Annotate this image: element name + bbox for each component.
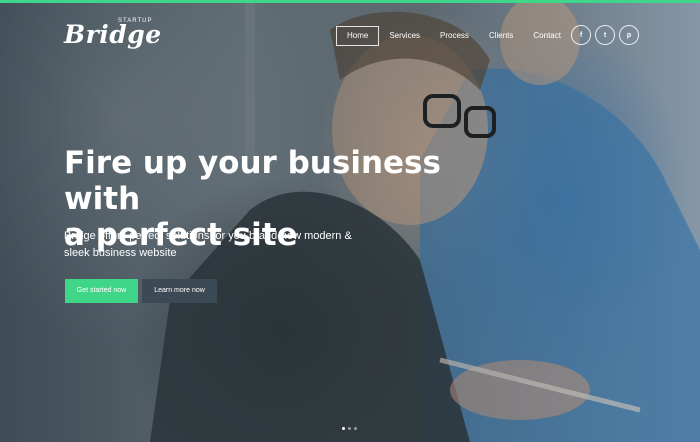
nav-item-home[interactable]: Home — [336, 26, 380, 46]
social-links: f t p — [571, 25, 643, 45]
slider-dot-3[interactable] — [354, 427, 357, 430]
learn-more-button[interactable]: Learn more now — [142, 279, 217, 303]
get-started-button[interactable]: Get started now — [65, 279, 138, 303]
pinterest-icon[interactable]: p — [619, 25, 639, 45]
nav-item-contact[interactable]: Contact — [523, 26, 571, 46]
twitter-icon[interactable]: t — [595, 25, 615, 45]
brand-tagline: STARTUP — [118, 18, 153, 24]
top-accent-bar — [0, 0, 700, 3]
facebook-icon[interactable]: f — [571, 25, 591, 45]
nav-item-clients[interactable]: Clients — [479, 26, 523, 46]
hero-section: Bridge STARTUP Home Services Process Cli… — [0, 0, 700, 442]
brand-name: Bridge — [64, 20, 162, 49]
hero-subtitle: Bridge offers perfect solutions for you … — [64, 230, 352, 259]
main-nav: Home Services Process Clients Contact — [336, 26, 571, 46]
brand-logo[interactable]: Bridge STARTUP — [64, 18, 161, 58]
nav-item-process[interactable]: Process — [430, 26, 479, 46]
slider-dots — [342, 427, 360, 430]
nav-item-services[interactable]: Services — [379, 26, 430, 46]
slider-dot-1[interactable] — [342, 427, 345, 430]
hero-headline-line-1: Fire up your business with — [64, 145, 441, 217]
slider-dot-2[interactable] — [348, 427, 351, 430]
